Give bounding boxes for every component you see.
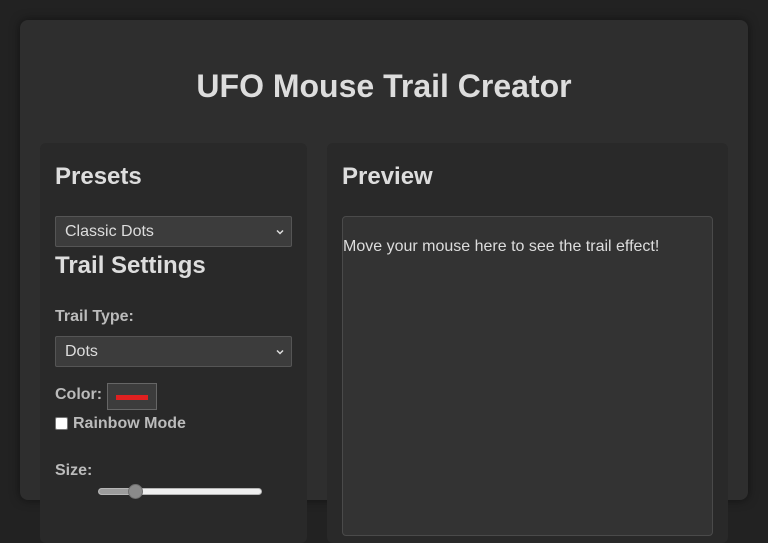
chevron-down-icon xyxy=(276,229,284,235)
color-picker[interactable] xyxy=(107,383,157,410)
trail-type-select-value: Dots xyxy=(65,343,98,360)
app-window: UFO Mouse Trail Creator Presets Classic … xyxy=(20,20,748,543)
presets-heading: Presets xyxy=(55,163,142,190)
trail-type-select[interactable]: Dots xyxy=(55,336,292,367)
rainbow-mode-checkbox[interactable] xyxy=(55,417,68,430)
size-label: Size: xyxy=(55,462,93,479)
chevron-down-icon xyxy=(276,349,284,355)
rainbow-mode-label[interactable]: Rainbow Mode xyxy=(73,415,186,433)
preview-heading: Preview xyxy=(342,163,433,190)
preview-hint: Move your mouse here to see the trail ef… xyxy=(343,238,660,255)
trail-settings-heading: Trail Settings xyxy=(55,252,206,279)
color-swatch-fill xyxy=(116,395,148,400)
size-slider[interactable] xyxy=(98,488,262,495)
preview-canvas[interactable]: Move your mouse here to see the trail ef… xyxy=(342,216,713,536)
settings-panel: Presets Classic Dots Trail Settings Trai… xyxy=(40,143,307,543)
size-slider-fill xyxy=(99,489,132,494)
trail-type-label: Trail Type: xyxy=(55,308,134,325)
size-slider-thumb[interactable] xyxy=(127,484,143,499)
preset-select[interactable]: Classic Dots xyxy=(55,216,292,247)
color-label: Color: xyxy=(55,386,103,403)
preset-select-value: Classic Dots xyxy=(65,223,154,240)
preview-panel: Preview Move your mouse here to see the … xyxy=(327,143,728,543)
page-title: UFO Mouse Trail Creator xyxy=(196,68,572,104)
